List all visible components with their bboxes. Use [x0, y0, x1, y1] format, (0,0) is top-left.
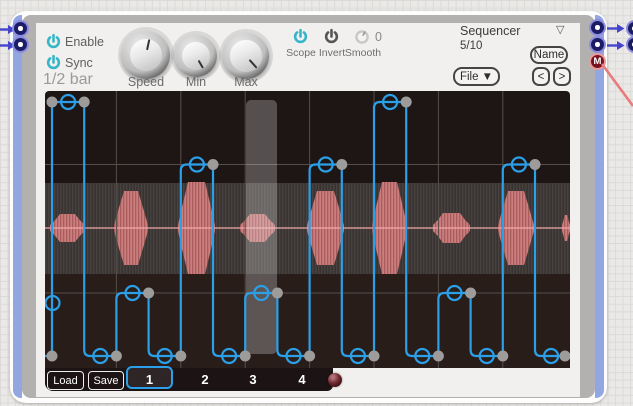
max-knob-label: Max [216, 75, 276, 89]
sequencer-module: Enable Sync 1/2 bar Speed Min [10, 11, 607, 403]
sync-label: Sync [65, 56, 93, 70]
cable-arrow-right-1 [607, 23, 625, 34]
smooth-knob[interactable] [354, 29, 370, 45]
load-button[interactable]: Load [47, 371, 84, 390]
scope-power-icon[interactable] [292, 28, 309, 45]
mute-cable [598, 58, 633, 108]
input-port-2[interactable] [12, 36, 29, 53]
invert-power-icon[interactable] [323, 28, 340, 45]
preset-counter: 5/10 [460, 40, 482, 52]
smooth-value: 0 [375, 30, 382, 44]
module-panel: Enable Sync 1/2 bar Speed Min [36, 23, 580, 397]
file-button[interactable]: File ▼ [453, 67, 500, 86]
neighbor-port-1[interactable] [626, 20, 633, 37]
sequencer-curve-editor[interactable] [45, 91, 570, 368]
pattern-tab-4[interactable]: 4 [282, 371, 322, 389]
collapse-icon[interactable]: ▽ [556, 23, 564, 36]
smooth-label: Smooth [338, 47, 388, 59]
pattern-tabbar: Load Save 1 2 3 4 [45, 368, 333, 391]
sync-rate-value[interactable]: 1/2 bar [43, 71, 93, 89]
status-led [328, 373, 342, 387]
enable-power-icon[interactable] [45, 33, 62, 50]
next-preset-button[interactable]: > [553, 67, 571, 86]
neighbor-port-2[interactable] [626, 36, 633, 53]
module-left-rail[interactable] [13, 15, 22, 398]
cable-arrow-right-2 [607, 40, 625, 51]
sequencer-display[interactable] [45, 91, 570, 368]
input-port-1[interactable] [12, 20, 29, 37]
pattern-tab-3[interactable]: 3 [233, 371, 273, 389]
module-title: Sequencer [460, 24, 520, 38]
prev-preset-button[interactable]: < [532, 67, 550, 86]
enable-label: Enable [65, 35, 104, 49]
speed-knob[interactable] [122, 31, 170, 79]
pattern-tab-1[interactable]: 1 [126, 366, 173, 389]
output-port-1[interactable] [589, 19, 606, 36]
save-button[interactable]: Save [88, 371, 124, 390]
max-knob[interactable] [223, 33, 269, 79]
min-knob[interactable] [175, 35, 217, 77]
output-port-2[interactable] [589, 36, 606, 53]
name-button[interactable]: Name [530, 46, 568, 64]
workspace: Enable Sync 1/2 bar Speed Min [0, 0, 633, 406]
sync-power-icon[interactable] [45, 54, 62, 71]
pattern-tab-2[interactable]: 2 [185, 371, 225, 389]
